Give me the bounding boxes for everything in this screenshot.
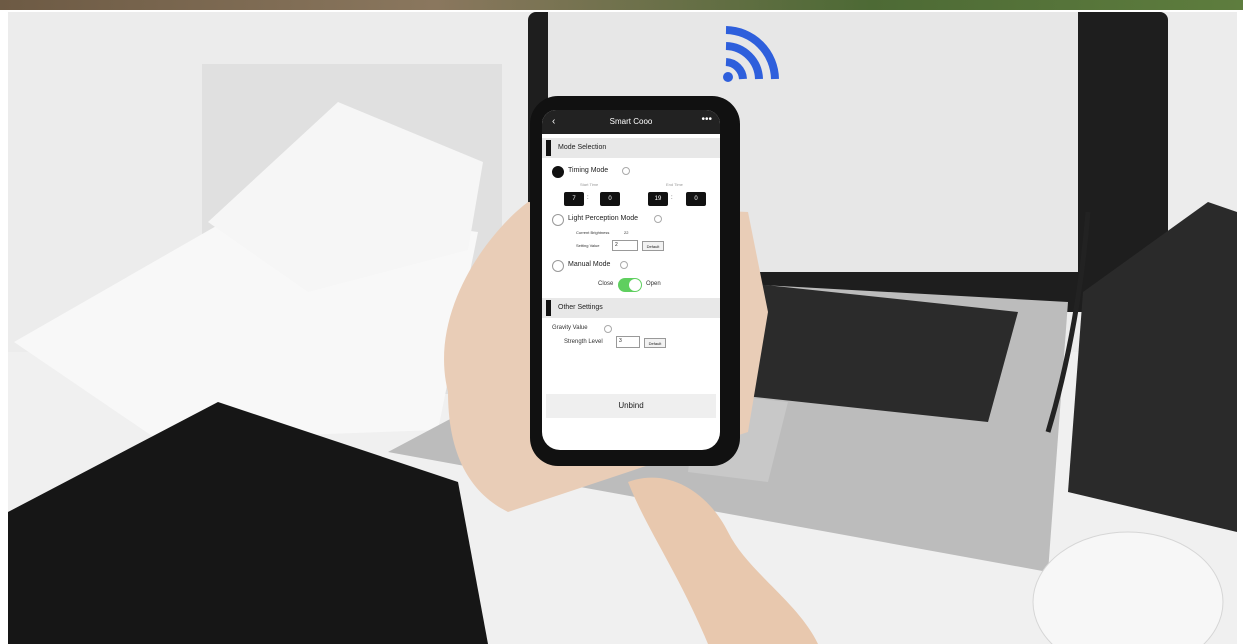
manual-mode-radio[interactable] <box>552 260 564 272</box>
unbind-button[interactable]: Unbind <box>546 394 716 418</box>
open-label: Open <box>646 281 661 287</box>
more-icon[interactable]: ••• <box>701 114 712 125</box>
start-minute-box[interactable]: 0 <box>600 192 620 206</box>
close-label: Close <box>598 281 614 287</box>
brightness-row: Current Brightness 22 <box>542 230 720 240</box>
section-title: Mode Selection <box>558 144 607 151</box>
setting-value-row: Setting Value 2 Default <box>542 240 720 256</box>
manual-mode-label: Manual Mode <box>568 261 611 268</box>
current-brightness-label: Current Brightness <box>576 230 610 235</box>
time-separator: : <box>671 195 673 201</box>
setting-value-label: Setting Value <box>576 243 600 248</box>
smart-coop-app: ‹ Smart Cooo ••• Mode Selection Timing M… <box>542 110 720 450</box>
info-icon[interactable] <box>622 167 630 175</box>
section-mode-selection: Mode Selection <box>542 138 720 158</box>
timing-mode-label: Timing Mode <box>568 167 609 174</box>
gravity-label: Gravity Value <box>552 325 588 331</box>
time-separator: : <box>587 195 589 201</box>
info-icon[interactable] <box>620 261 628 269</box>
start-time-label: Start Time <box>580 182 599 187</box>
strength-row: Strength Level 3 Default <box>542 336 720 352</box>
timing-mode-radio[interactable] <box>552 166 564 178</box>
light-mode-row[interactable]: Light Perception Mode <box>542 210 720 230</box>
strength-input[interactable]: 3 <box>616 336 640 348</box>
manual-toggle-row: Close Open <box>542 276 720 294</box>
setting-value-input[interactable]: 2 <box>612 240 638 251</box>
info-icon[interactable] <box>654 215 662 223</box>
top-banner-strip <box>0 0 1243 10</box>
strength-label: Strength Level <box>564 339 603 345</box>
light-mode-label: Light Perception Mode <box>568 215 639 222</box>
current-brightness-value: 22 <box>624 230 629 235</box>
end-minute-box[interactable]: 0 <box>686 192 706 206</box>
light-mode-radio[interactable] <box>552 214 564 226</box>
info-icon[interactable] <box>604 325 612 333</box>
end-time-label: End Time <box>666 182 683 187</box>
app-title: Smart Cooo <box>609 117 653 126</box>
product-photo: ‹ Smart Cooo ••• Mode Selection Timing M… <box>0 0 1243 644</box>
gravity-default-button[interactable]: Default <box>644 338 666 348</box>
section-marker <box>546 140 551 156</box>
manual-mode-row[interactable]: Manual Mode <box>542 256 720 276</box>
end-hour-box[interactable]: 19 <box>648 192 668 206</box>
start-hour-box[interactable]: 7 <box>564 192 584 206</box>
phone-screen: ‹ Smart Cooo ••• Mode Selection Timing M… <box>542 110 720 450</box>
time-labels: Start Time End Time <box>542 182 720 192</box>
app-header: ‹ Smart Cooo ••• <box>542 110 720 134</box>
section-marker <box>546 300 551 316</box>
manual-toggle[interactable] <box>618 278 642 292</box>
section-other-settings: Other Settings <box>542 298 720 318</box>
light-default-button[interactable]: Default <box>642 241 664 251</box>
time-boxes: 7 : 0 19 : 0 <box>542 192 720 210</box>
gravity-row: Gravity Value <box>542 322 720 336</box>
section-title: Other Settings <box>558 304 603 311</box>
timing-mode-row[interactable]: Timing Mode <box>542 162 720 182</box>
